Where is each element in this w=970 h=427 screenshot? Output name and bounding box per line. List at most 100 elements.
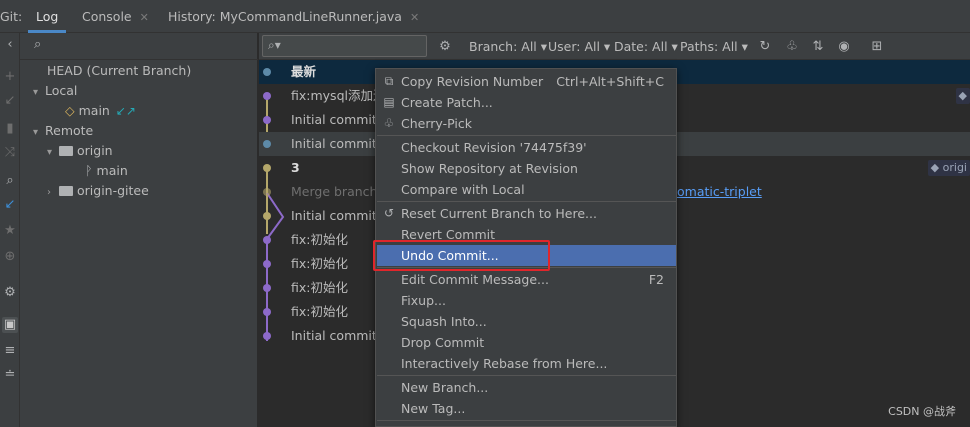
menu-item-label: Drop Commit: [401, 335, 485, 350]
pin-icon[interactable]: ⊞: [868, 37, 886, 57]
shortcut-label: F2: [648, 272, 664, 287]
git-label: Git:: [0, 9, 23, 24]
chevron-down-icon[interactable]: ▾: [33, 123, 45, 143]
refresh-icon[interactable]: ↻: [756, 37, 774, 57]
arrow-down-left-icon[interactable]: ↙: [2, 93, 18, 109]
search-icon[interactable]: ⌕: [2, 173, 18, 189]
menu-separator: [377, 375, 676, 376]
menu-separator: [377, 135, 676, 136]
date-filter[interactable]: Date: All ▾: [614, 37, 678, 57]
commit-node: [263, 188, 271, 196]
tag-icon: ◇: [65, 103, 75, 118]
branch-group-local[interactable]: ▾ Local: [33, 81, 77, 101]
commit-node: [263, 116, 271, 124]
menu-item-label: New Tag...: [401, 401, 466, 416]
menu-item-checkout-revision[interactable]: Checkout Revision '74475f39': [377, 137, 676, 158]
commit-message: fix:初始化: [291, 232, 348, 247]
menu-item-drop-commit[interactable]: Drop Commit: [377, 332, 676, 353]
commit-message: fix:mysql添加连: [291, 88, 386, 103]
branch-search[interactable]: ⌕: [20, 33, 258, 60]
log-search-input[interactable]: ⌕▾: [262, 35, 427, 57]
folder-icon: [59, 185, 73, 196]
collapse-left-icon[interactable]: ‹: [2, 37, 18, 53]
expand-all-icon[interactable]: ≡: [2, 343, 18, 359]
user-filter[interactable]: User: All ▾: [548, 37, 610, 57]
menu-item-cherry-pick[interactable]: ♧ Cherry-Pick: [377, 113, 676, 134]
menu-item-label: Checkout Revision '74475f39': [401, 140, 587, 155]
tool-window-tabbar: Git: Log Console ✕ History: MyCommandLine…: [0, 0, 970, 33]
commit-link[interactable]: omatic-triplet: [677, 180, 762, 204]
close-icon[interactable]: ✕: [410, 11, 419, 24]
commit-message: Initial commit: [291, 112, 377, 127]
menu-item-show-repository[interactable]: Show Repository at Revision: [377, 158, 676, 179]
tag-icon: ◆: [930, 161, 943, 174]
commit-message: fix:初始化: [291, 280, 348, 295]
paths-filter[interactable]: Paths: All ▾: [680, 37, 748, 57]
ref-label-text: origi: [942, 161, 967, 174]
tab-console[interactable]: Console ✕: [82, 0, 149, 33]
remote-origin[interactable]: ▾ origin: [47, 141, 113, 161]
collapse-all-icon[interactable]: ≐: [2, 367, 18, 383]
tab-console-label: Console: [82, 9, 132, 24]
copy-icon: ⧉: [384, 74, 394, 88]
menu-item-label: Interactively Rebase from Here...: [401, 356, 608, 371]
menu-item-label: Reset Current Branch to Here...: [401, 206, 597, 221]
eye-icon[interactable]: ◉: [835, 37, 853, 57]
commit-node: [263, 164, 271, 172]
delete-icon[interactable]: ▮: [2, 121, 18, 137]
menu-item-reset-branch[interactable]: ↺ Reset Current Branch to Here...: [377, 203, 676, 224]
watermark: CSDN @战斧: [888, 405, 956, 418]
commit-node: [263, 68, 271, 76]
menu-item-copy-revision[interactable]: ⧉ Copy Revision Number Ctrl+Alt+Shift+C: [377, 71, 676, 92]
menu-item-label: Fixup...: [401, 293, 446, 308]
update-icon[interactable]: ↙: [2, 197, 18, 213]
close-icon[interactable]: ✕: [140, 11, 149, 24]
menu-item-compare-local[interactable]: Compare with Local: [377, 179, 676, 200]
menu-item-label: New Branch...: [401, 380, 489, 395]
menu-item-create-patch[interactable]: ▤ Create Patch...: [377, 92, 676, 113]
log-toolbar: ⌕▾ ⚙ Branch: All ▾ User: All ▾ Date: All…: [259, 33, 970, 60]
chevron-down-icon[interactable]: ▾: [33, 83, 45, 103]
branch-origin-main[interactable]: ᚹ main: [85, 161, 128, 181]
branch-local-main[interactable]: ◇ main ↙↗: [65, 101, 136, 121]
menu-item-new-tag[interactable]: New Tag...: [377, 398, 676, 419]
highlight-callout: [373, 240, 550, 271]
branch-head[interactable]: HEAD (Current Branch): [47, 61, 191, 81]
commit-node: [263, 92, 271, 100]
add-icon[interactable]: +: [2, 69, 18, 85]
commit-message: fix:初始化: [291, 304, 348, 319]
remote-origin-gitee[interactable]: › origin-gitee: [47, 181, 149, 201]
menu-separator: [377, 420, 676, 421]
chevron-down-icon[interactable]: ▾: [47, 143, 59, 163]
menu-item-edit-message[interactable]: Edit Commit Message... F2: [377, 269, 676, 290]
menu-separator: [377, 201, 676, 202]
branch-panel-icon[interactable]: ▣: [2, 317, 18, 333]
branch-filter[interactable]: Branch: All ▾: [469, 37, 547, 57]
shortcut-label: Ctrl+Alt+Shift+C: [556, 74, 664, 89]
target-icon[interactable]: ⊕: [2, 249, 18, 265]
remote-origin-label: origin: [77, 143, 113, 158]
settings-icon[interactable]: ⚙: [2, 285, 18, 301]
menu-item-label: Copy Revision Number: [401, 74, 544, 89]
tab-history[interactable]: History: MyCommandLineRunner.java ✕: [168, 0, 419, 33]
menu-item-fixup[interactable]: Fixup...: [377, 290, 676, 311]
branch-group-remote[interactable]: ▾ Remote: [33, 121, 93, 141]
menu-item-interactive-rebase[interactable]: Interactively Rebase from Here...: [377, 353, 676, 374]
branch-local-main-label: main: [78, 103, 110, 118]
menu-item-squash[interactable]: Squash Into...: [377, 311, 676, 332]
menu-item-new-branch[interactable]: New Branch...: [377, 377, 676, 398]
menu-item-label: Cherry-Pick: [401, 116, 472, 131]
commit-message: Initial commit: [291, 136, 377, 151]
star-icon[interactable]: ★: [2, 223, 18, 239]
sort-icon[interactable]: ⇅: [809, 37, 827, 57]
cherry-pick-icon[interactable]: ♧: [783, 37, 801, 57]
chevron-right-icon[interactable]: ›: [47, 183, 59, 203]
commit-node: [263, 212, 271, 220]
settings-icon[interactable]: ⚙: [436, 37, 454, 57]
commit-message: 最新: [291, 64, 317, 79]
remote-origin-gitee-label: origin-gitee: [77, 183, 149, 198]
menu-item-label: Edit Commit Message...: [401, 272, 549, 287]
merge-icon[interactable]: ⤨: [2, 145, 18, 161]
menu-item-label: Show Repository at Revision: [401, 161, 578, 176]
tab-log[interactable]: Log: [28, 0, 67, 33]
